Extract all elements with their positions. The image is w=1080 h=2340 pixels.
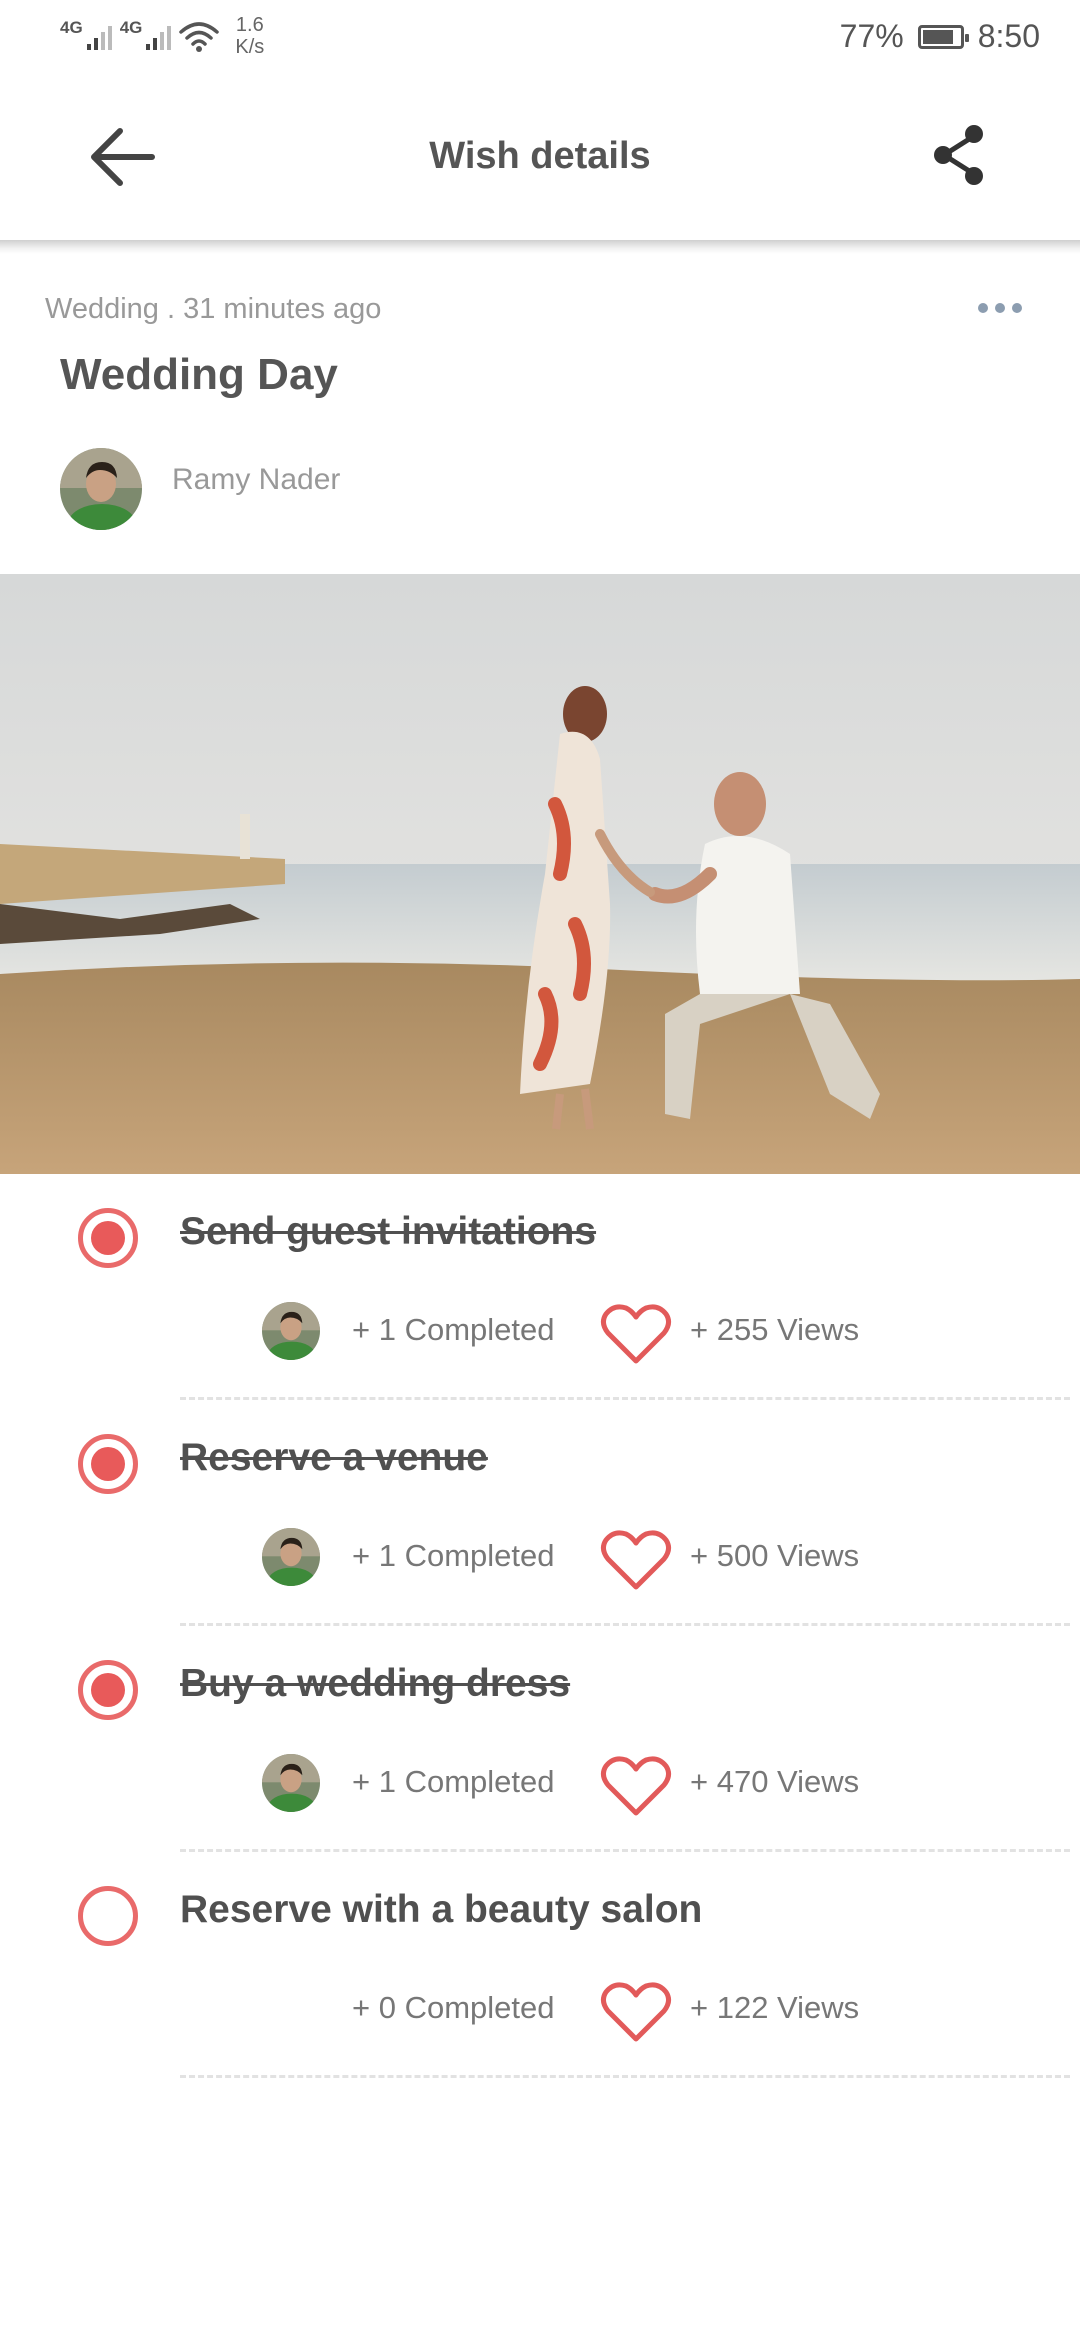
completer-avatar[interactable]	[262, 1754, 320, 1812]
divider	[180, 1623, 1070, 1626]
views-count: + 470 Views	[690, 1764, 860, 1799]
share-icon	[934, 125, 983, 185]
signal-1-icon: 4G	[60, 14, 112, 52]
views-count: + 500 Views	[690, 1538, 860, 1573]
task-title: Reserve with a beauty salon	[180, 1888, 703, 1931]
battery-icon	[917, 24, 969, 49]
views-count: + 255 Views	[690, 1312, 860, 1347]
wish-cover-image	[0, 574, 1080, 1174]
task-checkbox[interactable]	[78, 1660, 138, 1720]
completed-count: + 1 Completed	[352, 1312, 555, 1347]
wish-title: Wedding Day	[60, 350, 338, 399]
task-checkbox[interactable]	[78, 1208, 138, 1268]
heart-icon	[600, 1756, 672, 1816]
completed-count: + 1 Completed	[352, 1538, 555, 1573]
views-count: + 122 Views	[690, 1990, 860, 2025]
app-bar-shadow	[0, 240, 1080, 254]
heart-icon	[600, 1982, 672, 2042]
more-horizontal-icon	[978, 303, 1022, 313]
task-title: Reserve a venue	[180, 1436, 488, 1479]
wish-meta: Wedding . 31 minutes ago	[45, 293, 381, 326]
task-title: Buy a wedding dress	[180, 1662, 571, 1705]
wish-time-ago: . 31 minutes ago	[167, 293, 382, 325]
like-button[interactable]	[600, 1529, 672, 1593]
speed-value: 1.6	[235, 14, 264, 36]
author-avatar[interactable]	[60, 448, 142, 530]
task-checkbox[interactable]	[78, 1886, 138, 1946]
heart-icon	[600, 1304, 672, 1364]
network-type-2: 4G	[119, 18, 143, 37]
status-bar: 4G 4G 1.6 K/s 77% 8:50	[0, 0, 1080, 75]
task-item[interactable]: Send guest invitations + 1 Completed + 2…	[0, 1180, 1080, 1406]
divider	[180, 1849, 1070, 1852]
like-button[interactable]	[600, 1755, 672, 1819]
speed-unit: K/s	[235, 36, 265, 58]
status-right: 77% 8:50	[840, 18, 1040, 55]
battery-percent: 77%	[839, 18, 904, 54]
task-item[interactable]: Reserve with a beauty salon + 0 Complete…	[0, 1858, 1080, 2084]
app-bar: Wish details	[0, 75, 1080, 240]
share-button[interactable]	[930, 120, 990, 190]
status-left: 4G 4G 1.6 K/s	[60, 14, 264, 58]
task-item[interactable]: Buy a wedding dress + 1 Completed + 470 …	[0, 1632, 1080, 1858]
divider	[180, 1397, 1070, 1400]
task-item[interactable]: Reserve a venue + 1 Completed + 500 View…	[0, 1406, 1080, 1632]
author-name[interactable]: Ramy Nader	[172, 463, 340, 497]
network-type-1: 4G	[60, 18, 83, 37]
completer-avatar[interactable]	[262, 1528, 320, 1586]
more-options-button[interactable]	[975, 296, 1025, 320]
wish-category[interactable]: Wedding	[45, 293, 159, 325]
like-button[interactable]	[600, 1303, 672, 1367]
completed-count: + 0 Completed	[352, 1990, 555, 2025]
wifi-icon	[179, 22, 220, 52]
heart-icon	[600, 1530, 672, 1590]
network-speed: 1.6 K/s	[235, 14, 264, 58]
task-checkbox[interactable]	[78, 1434, 138, 1494]
like-button[interactable]	[600, 1981, 672, 2045]
signal-2-icon: 4G	[120, 14, 172, 52]
task-title: Send guest invitations	[180, 1210, 597, 1253]
completed-count: + 1 Completed	[352, 1764, 555, 1799]
page-title: Wish details	[429, 135, 651, 177]
completer-avatar[interactable]	[262, 1302, 320, 1360]
divider	[180, 2075, 1070, 2078]
clock: 8:50	[977, 18, 1040, 54]
